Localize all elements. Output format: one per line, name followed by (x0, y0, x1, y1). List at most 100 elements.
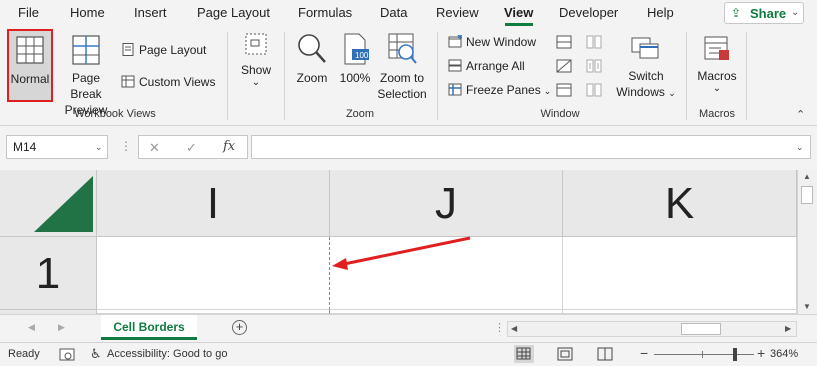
freeze-panes-button[interactable]: Freeze Panes ⌄ (448, 83, 551, 97)
synchronous-scrolling-icon[interactable] (586, 59, 602, 73)
custom-views-label: Custom Views (139, 75, 216, 89)
macros-button[interactable]: Macros ⌄ (694, 34, 740, 104)
zoom-slider-track[interactable] (654, 354, 754, 355)
chevron-down-icon: ⌄ (251, 77, 261, 88)
zoom-100-label: 100% (339, 71, 371, 85)
expand-formula-icon[interactable]: ⌄ (796, 142, 804, 153)
formula-buttons: ✕ ✓ fx (138, 135, 248, 159)
vertical-scroll-thumb[interactable] (801, 186, 813, 204)
formula-bar: M14 ⌄ ⋮ ✕ ✓ fx ⌄ (0, 126, 817, 170)
ribbon-separator (437, 32, 438, 120)
freeze-panes-icon (448, 83, 462, 96)
scroll-left-icon[interactable]: ◀ (511, 324, 517, 333)
menu-page-layout[interactable]: Page Layout (197, 5, 270, 20)
unhide-window-icon[interactable] (556, 83, 572, 97)
arrange-all-icon (448, 59, 462, 72)
scroll-up-icon[interactable]: ▲ (803, 172, 811, 181)
prev-sheet-icon[interactable]: ◀ (28, 322, 35, 333)
cancel-formula-button[interactable]: ✕ (149, 140, 160, 156)
switch-windows-icon (631, 37, 659, 59)
chevron-down-icon: ⌄ (668, 88, 676, 98)
scroll-down-icon[interactable]: ▼ (803, 302, 811, 311)
new-window-button[interactable]: ✱ New Window (448, 35, 536, 49)
cell-k1[interactable] (563, 237, 797, 310)
chevron-down-icon: ⌄ (712, 83, 722, 94)
switch-windows-button[interactable]: Switch Windows ⌄ (612, 34, 680, 104)
horizontal-scroll-thumb[interactable] (681, 323, 721, 335)
sheet-tab-cell-borders[interactable]: Cell Borders (101, 315, 197, 340)
next-sheet-icon[interactable]: ▶ (58, 322, 65, 333)
add-sheet-button[interactable]: + (232, 320, 247, 335)
column-header-i[interactable]: I (97, 170, 330, 237)
normal-view-status-button[interactable] (514, 345, 534, 363)
menu-review[interactable]: Review (436, 5, 479, 20)
accessibility-icon[interactable]: ♿ (90, 346, 102, 362)
column-header-j[interactable]: J (330, 170, 563, 237)
macros-icon (704, 36, 729, 60)
menu-formulas[interactable]: Formulas (298, 5, 352, 20)
custom-views-icon (121, 75, 135, 88)
insert-function-button[interactable]: fx (223, 139, 235, 154)
column-header-k[interactable]: K (563, 170, 797, 237)
select-all-corner[interactable] (0, 170, 97, 237)
custom-views-button[interactable]: Custom Views (121, 75, 215, 89)
page-break-status-icon[interactable] (596, 347, 614, 361)
arrange-all-button[interactable]: Arrange All (448, 59, 525, 73)
menu-developer[interactable]: Developer (559, 5, 618, 20)
menu-bar: File Home Insert Page Layout Formulas Da… (0, 0, 817, 26)
zoom-to-selection-label-2: Selection (377, 87, 427, 101)
chevron-down-icon: ⌄ (543, 86, 552, 96)
formula-input[interactable]: ⌄ (251, 135, 811, 159)
page-layout-button[interactable]: Page Layout (121, 43, 206, 57)
page-break-preview-button[interactable]: Page Break Preview (55, 29, 117, 117)
share-label: Share (750, 6, 787, 21)
split-icon[interactable] (556, 35, 572, 49)
menu-help[interactable]: Help (647, 5, 674, 20)
enter-formula-button[interactable]: ✓ (186, 140, 197, 156)
show-label: Show (240, 63, 272, 77)
zoom-out-button[interactable]: − (640, 345, 648, 361)
macros-group-label: Macros (698, 108, 736, 120)
reset-window-position-icon[interactable] (586, 83, 602, 97)
zoom-slider-thumb[interactable] (733, 348, 737, 361)
zoom-level[interactable]: 364% (770, 348, 798, 360)
ribbon: Normal Page Break Preview Page Layout Cu… (0, 26, 817, 126)
scroll-right-icon[interactable]: ▶ (785, 324, 791, 333)
collapse-ribbon-icon[interactable]: ⌃ (796, 108, 805, 121)
ribbon-separator (746, 32, 747, 120)
horizontal-scrollbar[interactable]: ◀ ▶ (507, 321, 797, 337)
normal-view-status-icon (516, 347, 531, 360)
menu-file[interactable]: File (18, 5, 39, 20)
cell-i1[interactable] (97, 237, 330, 310)
more-options-icon[interactable]: ⋮ (120, 139, 132, 153)
share-icon: ⇪ (731, 6, 742, 20)
vertical-scrollbar[interactable]: ▲ ▼ (797, 170, 817, 314)
workbook-views-group-label: Workbook Views (74, 108, 156, 120)
chevron-down-icon[interactable]: ⌄ (791, 7, 799, 18)
status-bar: Ready ♿ Accessibility: Good to go − + 36… (0, 342, 817, 366)
zoom-to-selection-label: Zoom to (379, 71, 424, 85)
macro-recording-icon[interactable] (59, 348, 75, 361)
normal-view-button[interactable]: Normal (7, 29, 53, 102)
normal-view-label: Normal (10, 72, 50, 86)
menu-view[interactable]: View (504, 5, 533, 20)
zoom-slider-center-mark (702, 351, 703, 358)
zoom-to-selection-icon (388, 33, 417, 64)
menu-insert[interactable]: Insert (134, 5, 167, 20)
menu-data[interactable]: Data (380, 5, 407, 20)
accessibility-status[interactable]: Accessibility: Good to go (107, 348, 227, 360)
page-layout-status-icon[interactable] (556, 347, 574, 361)
zoom-100-button[interactable]: 100 100% (337, 32, 373, 102)
tab-split-handle[interactable]: ⋮ (494, 321, 505, 334)
zoom-button[interactable]: Zoom (292, 32, 332, 102)
name-box[interactable]: M14 ⌄ (6, 135, 108, 159)
zoom-in-button[interactable]: + (757, 345, 765, 361)
hide-window-icon[interactable] (556, 59, 572, 73)
zoom-to-selection-button[interactable]: Zoom to Selection (376, 32, 428, 108)
show-button[interactable]: Show ⌄ (236, 32, 276, 102)
menu-home[interactable]: Home (70, 5, 105, 20)
share-button[interactable]: ⇪ Share ⌄ (724, 2, 804, 24)
chevron-down-icon[interactable]: ⌄ (95, 142, 103, 153)
row-header-1[interactable]: 1 (0, 237, 97, 310)
view-side-by-side-icon[interactable] (586, 35, 602, 49)
